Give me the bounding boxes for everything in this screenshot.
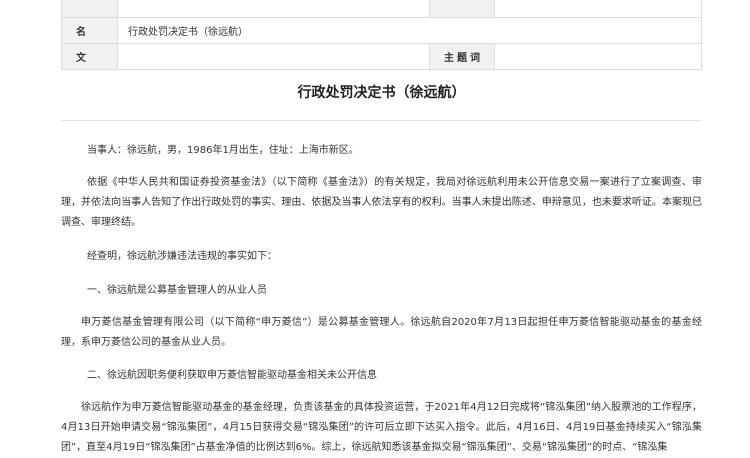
docno-value [117, 43, 430, 70]
meta-top-value-cell-2 [494, 0, 702, 18]
subject-label: 主题词 [429, 43, 495, 70]
meta-row-top [61, 0, 702, 18]
title-divider [61, 120, 702, 121]
section-heading-2: 二、徐远航因职务便利获取申万菱信智能驱动基金相关未公开信息 [87, 370, 377, 381]
name-label: 名 称 [61, 17, 118, 44]
section-heading-1: 一、徐远航是公募基金管理人的从业人员 [87, 285, 267, 296]
section-2-paragraph: 徐远航作为申万菱信智能驱动基金的基金经理，负责该基金的具体投资运营，于2021年… [61, 402, 702, 453]
document-title: 行政处罚决定书（徐远航） [297, 85, 466, 101]
meta-top-label-cell [61, 0, 118, 18]
meta-row-docno: 文 号 主题词 [61, 43, 702, 70]
section-1-paragraph: 申万菱信基金管理有限公司（以下简称“申万菱信”）是公募基金管理人。徐远航自202… [61, 317, 702, 348]
document-meta-table: 名 称 行政处罚决定书（徐远航） 文 号 主题词 [61, 0, 702, 70]
meta-top-label-cell-2 [429, 0, 495, 18]
facts-intro-paragraph: 经查明，徐远航涉嫌违法违规的事实如下： [87, 251, 277, 262]
name-value: 行政处罚决定书（徐远航） [117, 17, 702, 44]
meta-row-name: 名 称 行政处罚决定书（徐远航） [61, 17, 702, 44]
docno-label: 文 号 [61, 43, 118, 70]
basis-paragraph: 依据《中华人民共和国证券投资基金法》（以下简称《基金法》）的有关规定，我局对徐远… [61, 177, 702, 228]
party-paragraph: 当事人：徐远航，男，1986年1月出生，住址：上海市新区。 [87, 145, 359, 156]
subject-value [494, 43, 702, 70]
meta-top-value-cell [117, 0, 430, 18]
